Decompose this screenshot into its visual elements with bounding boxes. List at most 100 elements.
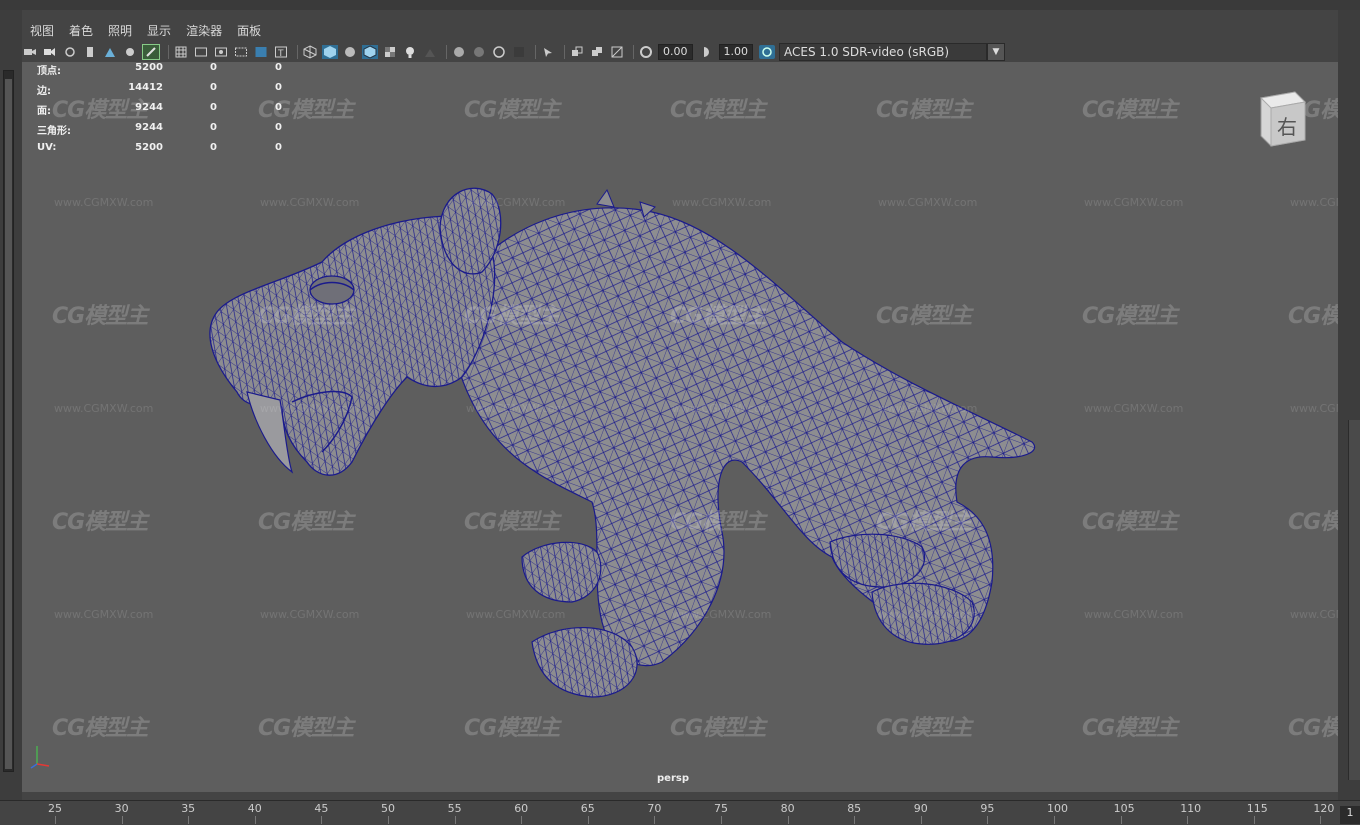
menu-renderer[interactable]: 渲染器 <box>186 22 222 39</box>
timeline-tick-label: 115 <box>1246 802 1268 815</box>
timeline-tick-label: 100 <box>1047 802 1068 815</box>
timeline-tick-label: 50 <box>381 802 395 815</box>
hud-row-edges: 边: 14412 0 0 <box>37 82 282 97</box>
color-management-icon[interactable] <box>759 45 775 59</box>
film-gate-icon[interactable] <box>193 45 209 59</box>
select-camera-icon[interactable] <box>22 45 38 59</box>
view-cube[interactable]: 右 <box>1255 90 1307 148</box>
watermark-logo: CG模型主 <box>1288 304 1338 329</box>
watermark-logo: CG模型主 <box>1288 716 1338 741</box>
timeline-tick-mark <box>1253 816 1255 824</box>
watermark-logo: CG模型主 <box>876 98 972 123</box>
watermark-url: www.CGMXW.com <box>1084 196 1184 209</box>
watermark-url: www.CGMXW.com <box>1290 196 1338 209</box>
time-slider[interactable]: 25 30 35 40 45 50 55 60 65 70 75 80 85 90 95 100 105 110 1… <box>0 800 1360 825</box>
grease-pencil-icon[interactable] <box>122 45 138 59</box>
exposure-icon[interactable] <box>638 45 654 59</box>
watermark-logo: CG模型主 <box>52 716 148 741</box>
timeline-tick-label: 110 <box>1180 802 1202 815</box>
timeline-tick-label: 120 <box>1313 802 1335 815</box>
view-cube-face-label: 右 <box>1277 115 1297 139</box>
current-frame-field[interactable]: 1 <box>1340 806 1360 824</box>
image-plane-icon[interactable] <box>82 45 98 59</box>
watermark-url: www.CGMXW.com <box>878 402 978 415</box>
svg-text:T: T <box>277 49 284 59</box>
watermark-url: www.CGMXW.com <box>1084 402 1184 415</box>
watermark-logo: CG模型主 <box>670 716 766 741</box>
menu-lighting[interactable]: 照明 <box>108 22 132 39</box>
safe-title-icon[interactable]: T <box>273 45 289 59</box>
scrollbar-thumb[interactable] <box>5 79 12 769</box>
hud-row-faces: 面: 9244 0 0 <box>37 102 282 117</box>
gamma-field[interactable]: 1.00 <box>718 44 753 60</box>
hud-row-vertices: 顶点: 5200 0 0 <box>37 62 282 77</box>
camera-attributes-icon[interactable] <box>42 45 58 59</box>
chevron-down-icon[interactable]: ▼ <box>987 43 1005 61</box>
motion-blur-icon[interactable] <box>471 45 487 59</box>
watermark-logo: CG模型主 <box>1082 304 1178 329</box>
watermark-url: www.CGMXW.com <box>1084 608 1184 621</box>
hud-row-triangles: 三角形: 9244 0 0 <box>37 122 282 137</box>
lighting-icon[interactable] <box>402 45 418 59</box>
grid-icon[interactable] <box>173 45 189 59</box>
menu-panels[interactable]: 面板 <box>237 22 261 39</box>
depth-of-field-icon[interactable] <box>511 45 527 59</box>
watermark-url: www.CGMXW.com <box>878 608 978 621</box>
resolution-gate-icon[interactable] <box>213 45 229 59</box>
timeline-tick-mark <box>587 816 589 824</box>
timeline-tick-label: 40 <box>247 802 262 815</box>
gamma-icon[interactable] <box>699 45 715 59</box>
panel-menubar: 视图 着色 照明 显示 渲染器 面板 <box>22 18 1338 42</box>
menu-show[interactable]: 显示 <box>147 22 171 39</box>
timeline-tick-mark <box>254 816 256 824</box>
color-space-dropdown[interactable]: ACES 1.0 SDR-video (sRGB) <box>779 43 987 61</box>
anti-aliasing-icon[interactable] <box>491 45 507 59</box>
watermark-logo: CG模型主 <box>464 716 560 741</box>
smooth-shade-icon[interactable] <box>322 45 338 59</box>
wireframe-icon[interactable] <box>302 45 318 59</box>
watermark-logo: CG模型主 <box>464 98 560 123</box>
timeline-tick-label: 60 <box>514 802 529 815</box>
axis-gizmo <box>27 744 57 778</box>
watermark-logo: CG模型主 <box>258 716 354 741</box>
watermark-logo: CG模型主 <box>876 510 972 535</box>
top-strip <box>0 0 1360 10</box>
timeline-tick-label: 70 <box>647 802 662 815</box>
xray-joints-icon[interactable] <box>589 45 605 59</box>
timeline-tick-label: 95 <box>980 802 995 815</box>
2d-pan-zoom-icon[interactable] <box>102 45 118 59</box>
field-chart-icon[interactable] <box>253 45 269 59</box>
shadows-icon[interactable] <box>422 45 438 59</box>
watermark-logo: CG模型主 <box>464 510 560 535</box>
bookmark-icon[interactable] <box>62 45 78 59</box>
watermark-url: www.CGMXW.com <box>466 196 566 209</box>
backface-culling-icon[interactable] <box>609 45 625 59</box>
exposure-field[interactable]: 0.00 <box>658 44 693 60</box>
watermark-logo: CG模型主 <box>464 304 560 329</box>
timeline-tick-mark <box>1320 816 1322 824</box>
isolate-select-icon[interactable] <box>540 45 556 59</box>
menu-view[interactable]: 视图 <box>30 22 54 39</box>
timeline-tick-label: 75 <box>714 802 728 815</box>
side-panel-tab[interactable] <box>1348 420 1360 780</box>
timeline-tick-mark <box>521 816 523 824</box>
watermark-logo: CG模型主 <box>52 304 148 329</box>
default-material-icon[interactable] <box>342 45 358 59</box>
timeline-tick-mark <box>854 816 856 824</box>
textured-icon[interactable] <box>382 45 398 59</box>
watermark-url: www.CGMXW.com <box>672 196 772 209</box>
ambient-occlusion-icon[interactable] <box>451 45 467 59</box>
pencil-icon[interactable] <box>142 44 160 60</box>
watermark-logo: CG模型主 <box>1288 510 1338 535</box>
wireframe-on-shaded-icon[interactable] <box>362 45 378 59</box>
timeline-tick-mark <box>454 816 456 824</box>
viewport-scene <box>209 187 1036 698</box>
3d-viewport[interactable]: CG模型主 www.CGMXW.com CG模型主 www.CGMXW.com CG模型… <box>22 62 1338 792</box>
left-scrollbar[interactable] <box>3 70 14 772</box>
timeline-tick-label: 90 <box>913 802 928 815</box>
watermark-url: www.CGMXW.com <box>466 608 566 621</box>
camera-label: persp <box>657 773 689 784</box>
menu-shading[interactable]: 着色 <box>69 22 93 39</box>
gate-mask-icon[interactable] <box>233 45 249 59</box>
xray-icon[interactable] <box>569 45 585 59</box>
